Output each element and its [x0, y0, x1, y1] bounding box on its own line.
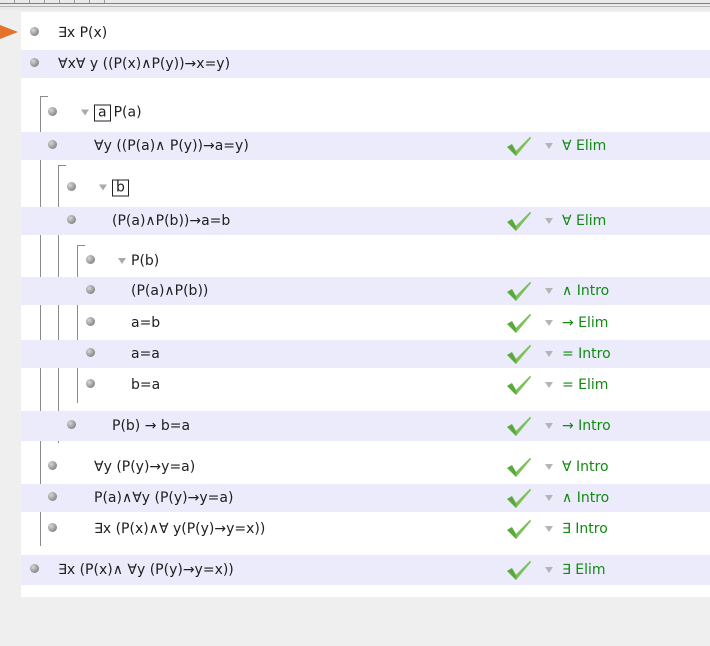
formula: ∀y ((P(a)∧ P(y))→a=y) [94, 138, 249, 154]
check-icon [506, 374, 532, 396]
proof-line[interactable]: P(b) [21, 249, 710, 273]
proof-line[interactable]: b=a = Elim [21, 371, 710, 399]
rule-dropdown-icon[interactable] [545, 218, 553, 224]
rule-dropdown-icon[interactable] [545, 464, 553, 470]
rule-dropdown-icon[interactable] [545, 423, 553, 429]
formula: P(a)∧∀y (P(y)→y=a) [94, 490, 234, 506]
current-line-pointer-icon [0, 25, 18, 39]
line-bullet-icon [86, 285, 95, 294]
line-bullet-icon [67, 420, 76, 429]
line-bullet-icon [86, 317, 95, 326]
formula: ∃x (P(x)∧ ∀y (P(y)→y=x)) [58, 562, 234, 578]
formula: ∀y (P(y)→y=a) [94, 459, 196, 475]
fresh-variable-box: a [94, 104, 111, 122]
proof-line[interactable]: (P(a)∧P(b)) ∧ Intro [21, 277, 710, 305]
proof-line[interactable]: a=a = Intro [21, 340, 710, 368]
window-top-border [0, 0, 710, 10]
rule-label[interactable]: ∀ Elim [562, 138, 606, 154]
collapse-triangle-icon[interactable] [118, 258, 126, 264]
rule-label[interactable]: ∀ Elim [562, 213, 606, 229]
line-bullet-icon [48, 140, 57, 149]
proof-line[interactable]: P(b) → b=a → Intro [21, 411, 710, 441]
rule-label[interactable]: ∃ Intro [562, 521, 608, 537]
proof-line[interactable]: ∃x (P(x)∧ ∀y (P(y)→y=x)) ∃ Elim [21, 555, 710, 585]
proof-line[interactable]: (P(a)∧P(b))→a=b ∀ Elim [21, 207, 710, 235]
proof-line[interactable]: a=b → Elim [21, 309, 710, 337]
rule-label[interactable]: ∧ Intro [562, 283, 609, 299]
rule-label[interactable]: ∃ Elim [562, 562, 606, 578]
line-bullet-icon [86, 255, 95, 264]
proof-line[interactable]: P(a)∧∀y (P(y)→y=a) ∧ Intro [21, 484, 710, 512]
rule-label[interactable]: = Intro [562, 346, 611, 362]
check-icon [506, 312, 532, 334]
check-icon [506, 280, 532, 302]
proof-line[interactable]: ∃x (P(x)∧∀ y(P(y)→y=x)) ∃ Intro [21, 515, 710, 543]
collapse-triangle-icon[interactable] [99, 184, 107, 191]
formula: P(b) → b=a [112, 418, 191, 434]
line-bullet-icon [67, 182, 76, 191]
proof-line[interactable]: ∀y (P(y)→y=a) ∀ Intro [21, 453, 710, 481]
formula: a=b [131, 315, 161, 331]
rule-dropdown-icon[interactable] [545, 495, 553, 501]
rule-label[interactable]: → Intro [562, 418, 611, 434]
rule-dropdown-icon[interactable] [545, 351, 553, 357]
check-icon [506, 559, 532, 581]
check-icon [506, 343, 532, 365]
rule-label[interactable]: ∀ Intro [562, 459, 609, 475]
line-bullet-icon [67, 215, 76, 224]
rule-dropdown-icon[interactable] [545, 526, 553, 532]
formula: b=a [131, 377, 161, 393]
check-icon [506, 456, 532, 478]
proof-line[interactable]: ∀x∀ y ((P(x)∧P(y))→x=y) [21, 50, 710, 78]
check-icon [506, 415, 532, 437]
line-bullet-icon [48, 492, 57, 501]
line-bullet-icon [86, 379, 95, 388]
check-icon [506, 135, 532, 157]
formula: ∃x (P(x)∧∀ y(P(y)→y=x)) [94, 521, 266, 537]
line-bullet-icon [30, 564, 39, 573]
check-icon [506, 487, 532, 509]
rule-label[interactable]: ∧ Intro [562, 490, 609, 506]
rule-dropdown-icon[interactable] [545, 320, 553, 326]
rule-dropdown-icon[interactable] [545, 143, 553, 149]
proof-line[interactable]: b [21, 175, 710, 201]
line-bullet-icon [48, 461, 57, 470]
line-bullet-icon [48, 523, 57, 532]
line-bullet-icon [30, 58, 39, 67]
formula: P(a) [113, 104, 142, 121]
fresh-variable-box: b [112, 179, 129, 197]
rule-dropdown-icon[interactable] [545, 288, 553, 294]
rule-label[interactable]: → Elim [562, 315, 608, 331]
formula: ∃x P(x) [58, 25, 108, 41]
check-icon [506, 210, 532, 232]
line-bullet-icon [30, 27, 39, 36]
line-bullet-icon [48, 107, 57, 116]
formula: (P(a)∧P(b)) [131, 283, 209, 299]
formula: (P(a)∧P(b))→a=b [112, 213, 231, 229]
proof-line[interactable]: ∃x P(x) [21, 20, 710, 46]
check-icon [506, 518, 532, 540]
rule-dropdown-icon[interactable] [545, 382, 553, 388]
line-bullet-icon [86, 348, 95, 357]
proof-line[interactable]: a P(a) [21, 100, 710, 126]
rule-label[interactable]: = Elim [562, 377, 608, 393]
formula: a=a [131, 346, 160, 362]
proof-line[interactable]: ∀y ((P(a)∧ P(y))→a=y) ∀ Elim [21, 132, 710, 160]
collapse-triangle-icon[interactable] [81, 109, 89, 116]
formula: P(b) [131, 253, 160, 269]
formula: ∀x∀ y ((P(x)∧P(y))→x=y) [58, 56, 231, 72]
proof-panel: ∃x P(x) ∀x∀ y ((P(x)∧P(y))→x=y) a P(a) ∀y… [21, 12, 710, 597]
rule-dropdown-icon[interactable] [545, 567, 553, 573]
